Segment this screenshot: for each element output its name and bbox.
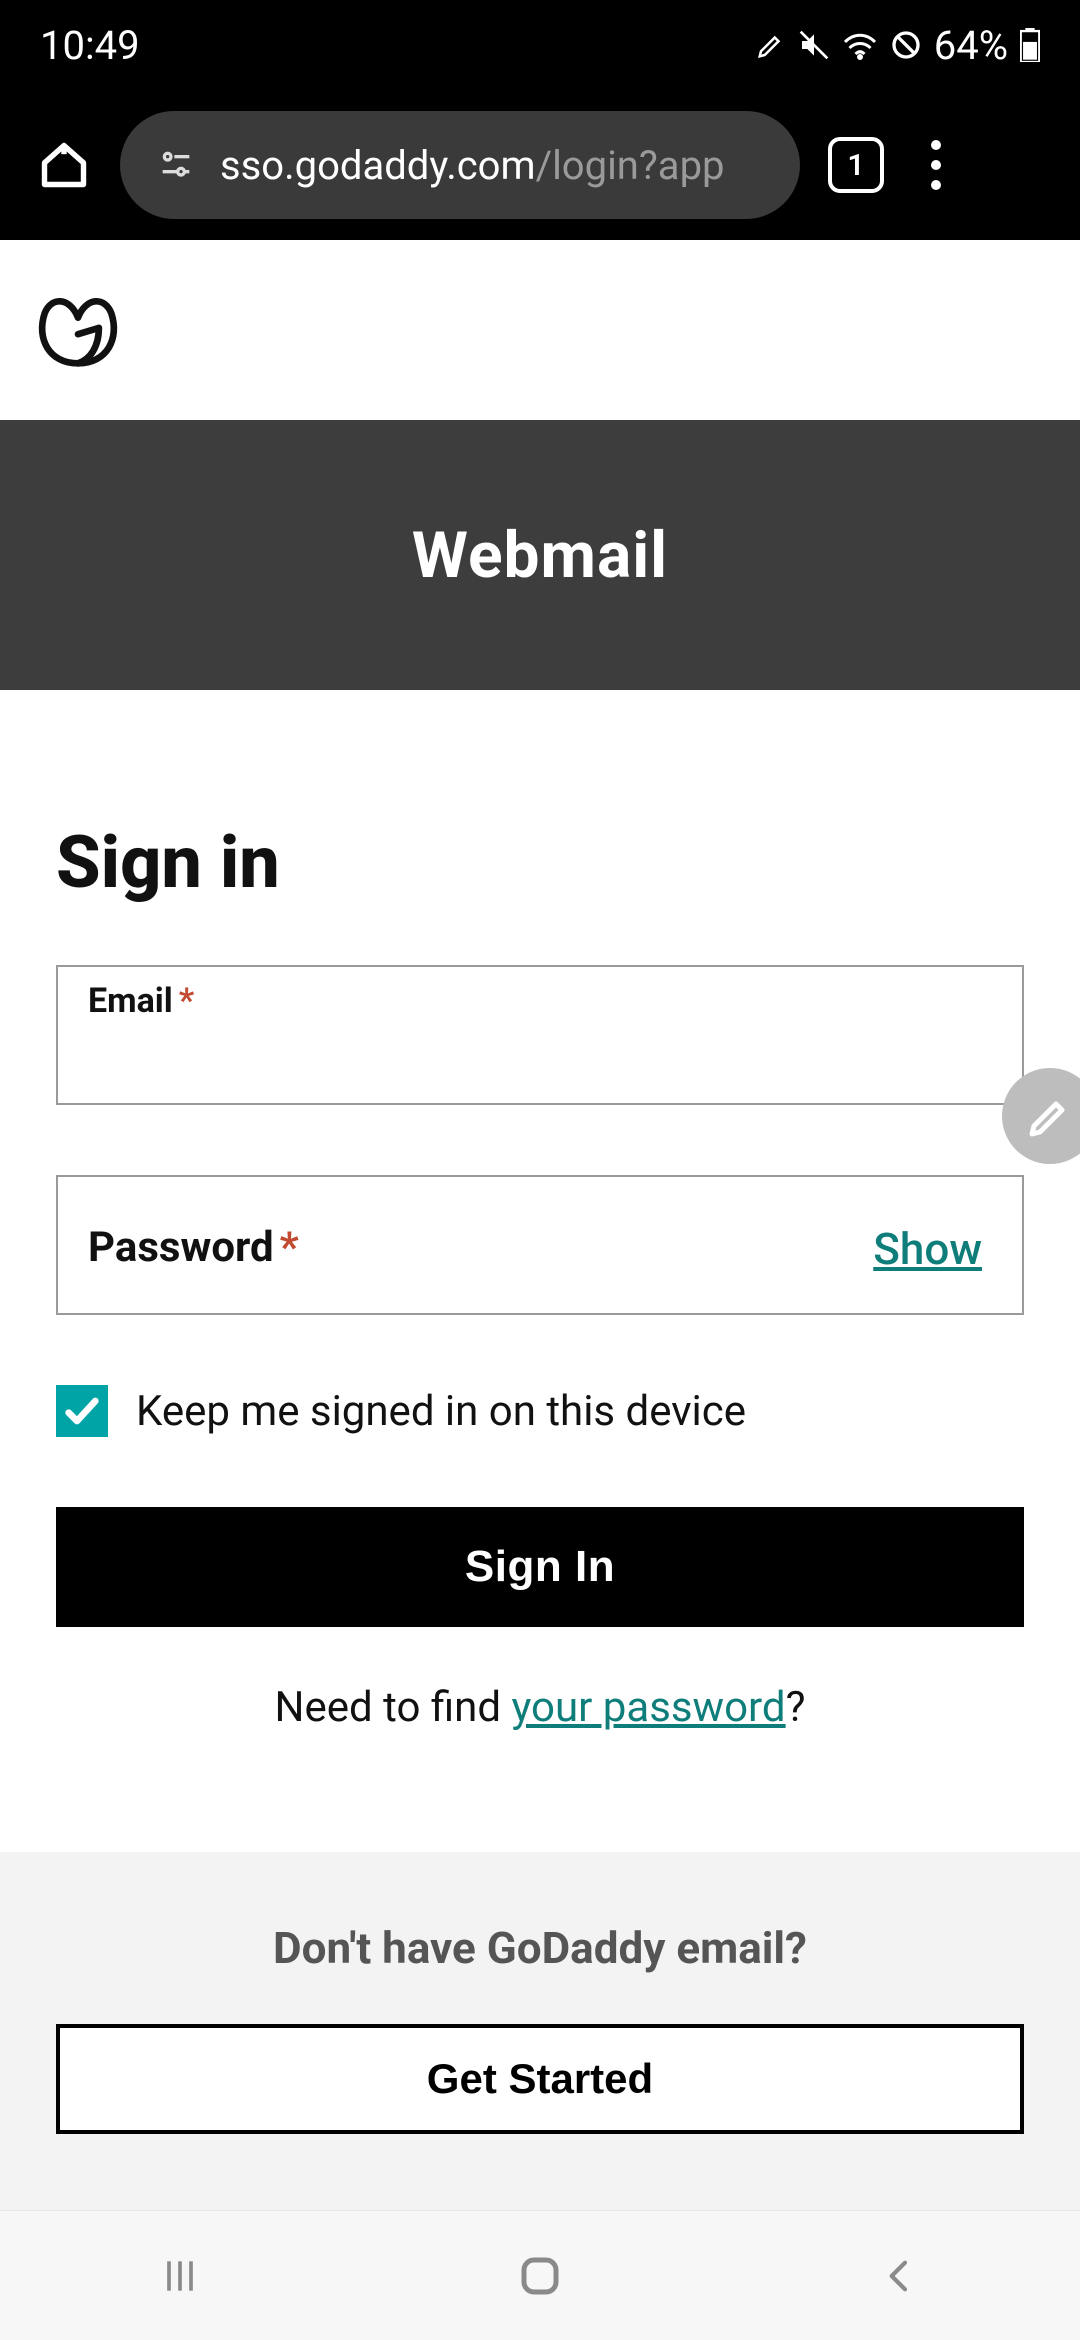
home-icon[interactable]	[36, 137, 92, 193]
tab-switcher[interactable]: 1	[828, 137, 884, 193]
overflow-menu-icon[interactable]	[912, 137, 960, 193]
android-status-bar: 10:49 64%	[0, 0, 1080, 90]
site-settings-icon	[156, 145, 196, 185]
password-field-wrapper[interactable]: Password* Show	[56, 1175, 1024, 1315]
browser-toolbar: sso.godaddy.com/login?app 1	[0, 90, 1080, 240]
edit-indicator-icon	[756, 30, 786, 60]
brand-header	[0, 240, 1080, 420]
keep-signed-in-label: Keep me signed in on this device	[136, 1387, 746, 1436]
keep-signed-in-checkbox[interactable]	[56, 1385, 108, 1437]
signin-form: Sign in Email* Password* Show Keep me si…	[0, 690, 1080, 1732]
email-input[interactable]	[86, 1025, 994, 1093]
recent-apps-button[interactable]	[140, 2246, 220, 2306]
battery-text: 64%	[934, 22, 1008, 69]
wifi-icon	[842, 30, 878, 60]
clock: 10:49	[40, 22, 140, 69]
url-bar[interactable]: sso.godaddy.com/login?app	[120, 111, 800, 219]
email-label: Email*	[88, 981, 194, 1021]
url-path: /login?app	[536, 142, 725, 189]
back-button[interactable]	[860, 2246, 940, 2306]
show-password-toggle[interactable]: Show	[873, 1223, 982, 1275]
banner-title: Webmail	[412, 518, 668, 593]
forgot-prefix: Need to find	[275, 1683, 512, 1732]
mute-icon	[798, 29, 830, 61]
webmail-banner: Webmail	[0, 420, 1080, 690]
forgot-suffix: ?	[786, 1683, 806, 1732]
url-host: sso.godaddy.com	[220, 142, 536, 189]
tab-count: 1	[847, 148, 864, 183]
home-button[interactable]	[500, 2246, 580, 2306]
page-content: Webmail Sign in Email* Password* Show Ke…	[0, 240, 1080, 2210]
forgot-password-line: Need to find your password?	[56, 1683, 1024, 1732]
sign-in-button[interactable]: Sign In	[56, 1507, 1024, 1627]
battery-icon	[1020, 28, 1040, 62]
required-mark: *	[179, 981, 194, 1021]
android-nav-bar	[0, 2210, 1080, 2340]
page-title: Sign in	[56, 820, 1024, 905]
do-not-disturb-icon	[890, 29, 922, 61]
url-text: sso.godaddy.com/login?app	[220, 142, 724, 189]
get-started-button[interactable]: Get Started	[56, 2024, 1024, 2134]
status-icons-right: 64%	[756, 22, 1040, 69]
godaddy-logo-icon[interactable]	[28, 280, 128, 380]
password-label: Password*	[88, 1223, 299, 1272]
cta-heading: Don't have GoDaddy email?	[56, 1922, 1024, 1974]
forgot-password-link[interactable]: your password	[511, 1683, 785, 1732]
get-started-section: Don't have GoDaddy email? Get Started	[0, 1852, 1080, 2210]
email-field-wrapper[interactable]: Email*	[56, 965, 1024, 1105]
keep-signed-in-row[interactable]: Keep me signed in on this device	[56, 1385, 1024, 1437]
required-mark: *	[280, 1223, 299, 1272]
